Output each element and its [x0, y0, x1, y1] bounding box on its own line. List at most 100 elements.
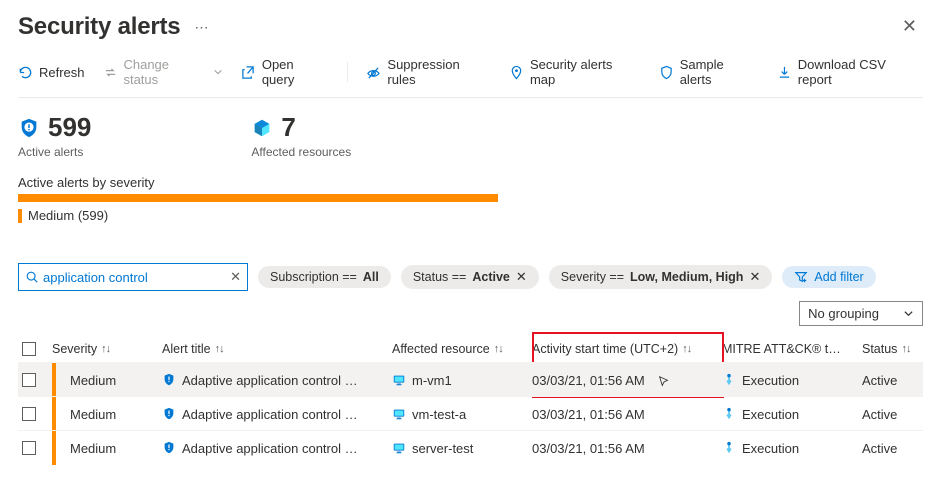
row-mitre: Execution [742, 441, 799, 456]
download-icon [777, 65, 792, 80]
vm-icon [392, 407, 406, 421]
row-time: 03/03/21, 01:56 AM [532, 407, 645, 422]
sort-icon: ↑↓ [215, 343, 224, 355]
col-alert-title[interactable]: Alert title↑↓ [162, 342, 392, 356]
sort-icon: ↑↓ [101, 343, 110, 355]
filter-subscription-value: All [363, 270, 379, 284]
severity-stripe [52, 431, 56, 465]
refresh-button[interactable]: Refresh [18, 65, 85, 80]
grouping-value: No grouping [808, 306, 879, 321]
severity-stripe [52, 397, 56, 431]
alerts-map-button[interactable]: Security alerts map [509, 57, 641, 87]
add-filter-label: Add filter [814, 270, 863, 284]
cube-icon [251, 117, 273, 139]
filter-severity[interactable]: Severity == Low, Medium, High ✕ [549, 265, 773, 289]
download-csv-label: Download CSV report [798, 57, 923, 87]
col-status[interactable]: Status↑↓ [862, 342, 922, 356]
change-status-icon [103, 65, 118, 80]
filter-status-prefix: Status == [413, 270, 467, 284]
change-status-button: Change status [103, 57, 223, 87]
affected-resources-metric: 7 Affected resources [251, 112, 351, 159]
download-csv-button[interactable]: Download CSV report [777, 57, 923, 87]
severity-legend-medium: Medium (599) [28, 208, 108, 223]
more-actions-icon[interactable]: ⋯ [194, 19, 208, 36]
row-title: Adaptive application control … [182, 373, 358, 388]
suppression-rules-button[interactable]: Suppression rules [366, 57, 491, 87]
change-status-label: Change status [123, 57, 206, 87]
page-title: Security alerts [18, 13, 180, 41]
tactic-icon [722, 373, 736, 387]
open-query-label: Open query [262, 57, 330, 87]
vm-icon [392, 441, 406, 455]
row-status: Active [862, 441, 897, 456]
suppression-label: Suppression rules [387, 57, 491, 87]
sort-icon: ↑↓ [901, 343, 910, 355]
refresh-label: Refresh [39, 65, 85, 80]
alert-shield-icon [162, 407, 176, 421]
row-mitre: Execution [742, 407, 799, 422]
vm-icon [392, 373, 406, 387]
search-box[interactable]: ✕ [18, 263, 248, 291]
severity-bar [18, 194, 498, 202]
search-clear-icon[interactable]: ✕ [230, 269, 241, 285]
filter-severity-prefix: Severity == [561, 270, 624, 284]
row-checkbox[interactable] [22, 441, 36, 455]
active-alerts-label: Active alerts [18, 145, 91, 159]
grouping-select[interactable]: No grouping [799, 301, 923, 326]
alert-shield-icon [162, 373, 176, 387]
col-activity-start[interactable]: Activity start time (UTC+2)↑↓ [532, 342, 722, 356]
row-severity: Medium [70, 441, 116, 456]
sample-alerts-button[interactable]: Sample alerts [659, 57, 759, 87]
tactic-icon [722, 407, 736, 421]
row-checkbox[interactable] [22, 373, 36, 387]
search-input[interactable] [39, 270, 230, 285]
row-checkbox[interactable] [22, 407, 36, 421]
affected-resources-value: 7 [281, 112, 295, 143]
sample-shield-icon [659, 65, 674, 80]
search-icon [25, 270, 39, 284]
filter-status-remove-icon[interactable]: ✕ [516, 269, 527, 285]
map-pin-icon [509, 65, 524, 80]
filter-status[interactable]: Status == Active ✕ [401, 265, 539, 289]
tactic-icon [722, 441, 736, 455]
col-affected-resource[interactable]: Affected resource↑↓ [392, 342, 532, 356]
table-header: Severity↑↓ Alert title↑↓ Affected resour… [18, 336, 923, 362]
col-severity[interactable]: Severity↑↓ [52, 342, 162, 356]
cursor-icon [657, 375, 671, 388]
filter-severity-remove-icon[interactable]: ✕ [749, 269, 760, 285]
row-time: 03/03/21, 01:56 AM [532, 373, 645, 388]
row-status: Active [862, 373, 897, 388]
open-query-button[interactable]: Open query [241, 57, 330, 87]
affected-resources-label: Affected resources [251, 145, 351, 159]
filter-status-value: Active [472, 270, 510, 284]
row-status: Active [862, 407, 897, 422]
active-alerts-value: 599 [48, 112, 91, 143]
row-severity: Medium [70, 407, 116, 422]
sample-alerts-label: Sample alerts [680, 57, 759, 87]
col-mitre[interactable]: MITRE ATT&CK® t… [722, 342, 862, 356]
add-filter-button[interactable]: Add filter [782, 266, 875, 288]
row-mitre: Execution [742, 373, 799, 388]
shield-alert-icon [18, 117, 40, 139]
table-row[interactable]: Medium Adaptive application control … se… [18, 430, 923, 464]
row-title: Adaptive application control … [182, 407, 358, 422]
table-row[interactable]: Medium Adaptive application control … m-… [18, 362, 923, 396]
suppression-icon [366, 65, 381, 80]
open-query-icon [241, 65, 256, 80]
filter-severity-value: Low, Medium, High [630, 270, 743, 284]
table-row[interactable]: Medium Adaptive application control … vm… [18, 396, 923, 430]
row-resource: server-test [412, 441, 473, 456]
severity-swatch-medium [18, 209, 22, 223]
alerts-map-label: Security alerts map [530, 57, 641, 87]
severity-section-title: Active alerts by severity [18, 175, 923, 190]
add-filter-icon [794, 270, 808, 284]
sort-icon: ↑↓ [494, 343, 503, 355]
severity-stripe [52, 363, 56, 397]
row-resource: vm-test-a [412, 407, 466, 422]
filter-subscription-prefix: Subscription == [270, 270, 357, 284]
active-alerts-metric: 599 Active alerts [18, 112, 91, 159]
row-title: Adaptive application control … [182, 441, 358, 456]
close-icon[interactable]: ✕ [896, 12, 923, 41]
select-all-checkbox[interactable] [22, 342, 36, 356]
filter-subscription[interactable]: Subscription == All [258, 266, 391, 288]
